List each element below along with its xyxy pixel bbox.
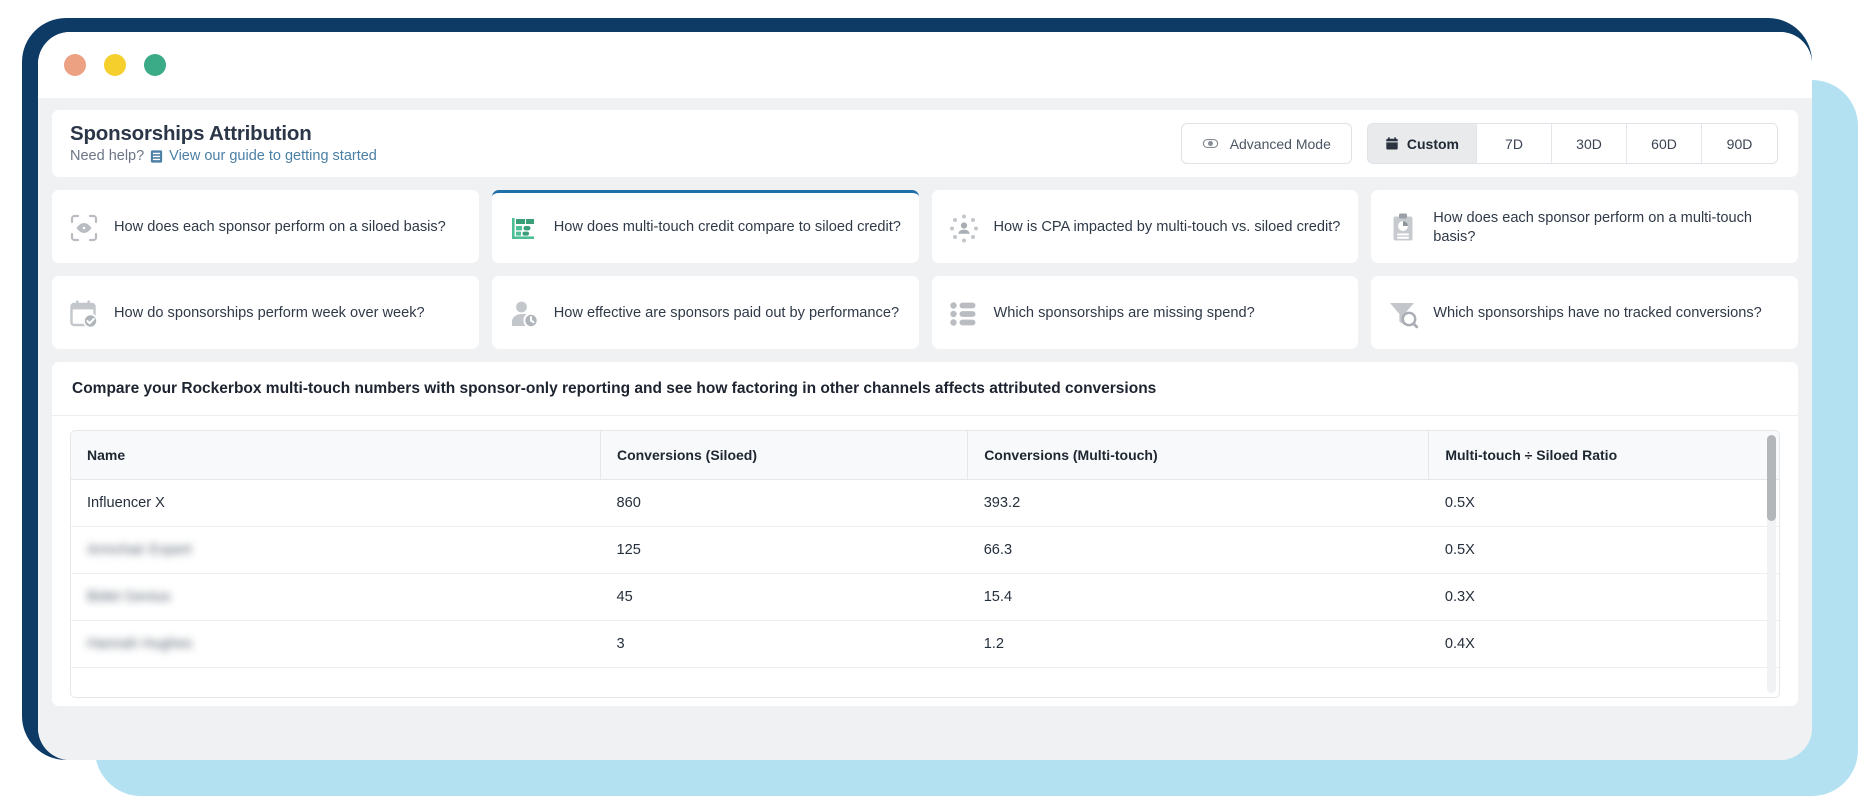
maximize-window-dot[interactable] bbox=[144, 54, 166, 76]
app-content: Sponsorships Attribution Need help? View bbox=[38, 98, 1812, 760]
question-card-siloed-basis[interactable]: How does each sponsor perform on a siloe… bbox=[52, 190, 479, 263]
cell-ratio: 0.4X bbox=[1428, 620, 1779, 668]
cell-siloed: 860 bbox=[600, 479, 968, 527]
question-card-paid-by-performance[interactable]: How effective are sponsors paid out by p… bbox=[491, 276, 919, 349]
cell-ratio: 0.5X bbox=[1428, 526, 1779, 574]
question-card-label: How does multi-touch credit compare to s… bbox=[553, 219, 901, 236]
filter-search-icon bbox=[1386, 297, 1420, 331]
cell-siloed: 45 bbox=[600, 573, 968, 621]
header-controls: Advanced Mode Custom 7D 30D 60D 90D bbox=[1180, 123, 1778, 164]
screenshot-stage: Sponsorships Attribution Need help? View bbox=[0, 0, 1858, 796]
column-header-siloed[interactable]: Conversions (Siloed) bbox=[600, 431, 969, 480]
cell-name: Influencer X bbox=[71, 479, 601, 527]
cell-name: Armchair Expert bbox=[71, 526, 601, 574]
cell-ratio: 0.5X bbox=[1428, 479, 1779, 527]
question-card-cpa-impact[interactable]: How is CPA impacted by multi-touch vs. s… bbox=[931, 190, 1359, 263]
column-header-ratio[interactable]: Multi-touch ÷ Siloed Ratio bbox=[1428, 431, 1779, 480]
cell-multitouch: 66.3 bbox=[967, 526, 1429, 574]
question-card-week-over-week[interactable]: How do sponsorships perform week over we… bbox=[52, 276, 479, 349]
cell-siloed: 125 bbox=[600, 526, 968, 574]
table-row[interactable]: Bidet Genius 45 15.4 0.3X bbox=[71, 573, 1779, 621]
person-network-icon bbox=[947, 211, 981, 245]
results-table-container: Name Conversions (Siloed) Conversions (M… bbox=[70, 430, 1780, 698]
cell-ratio: 0.3X bbox=[1428, 573, 1779, 621]
cell-siloed: 3 bbox=[600, 620, 968, 668]
table-row[interactable]: Armchair Expert 125 66.3 0.5X bbox=[71, 526, 1779, 574]
date-range-7d[interactable]: 7D bbox=[1477, 124, 1552, 163]
panel-title: Compare your Rockerbox multi-touch numbe… bbox=[52, 362, 1798, 416]
calendar-icon bbox=[1385, 136, 1399, 151]
question-card-label: How is CPA impacted by multi-touch vs. s… bbox=[993, 219, 1341, 236]
scrollbar-thumb[interactable] bbox=[1767, 435, 1776, 521]
date-range-custom[interactable]: Custom bbox=[1367, 124, 1477, 163]
page-title: Sponsorships Attribution bbox=[70, 121, 312, 145]
page-header: Sponsorships Attribution Need help? View bbox=[52, 110, 1798, 177]
question-card-multitouch-basis[interactable]: How does each sponsor perform on a multi… bbox=[1371, 190, 1798, 263]
date-range-30d[interactable]: 30D bbox=[1552, 124, 1627, 163]
question-card-multitouch-vs-siloed[interactable]: How does multi-touch credit compare to s… bbox=[491, 190, 919, 263]
window-titlebar bbox=[38, 32, 1812, 98]
question-card-label: How do sponsorships perform week over we… bbox=[114, 305, 425, 322]
table-body: Influencer X 860 393.2 0.5X Armchair Exp… bbox=[71, 479, 1779, 668]
advanced-mode-toggle[interactable]: Advanced Mode bbox=[1180, 123, 1352, 164]
header-subtitle: Need help? View our guide to getting sta… bbox=[70, 148, 377, 165]
question-card-label: How effective are sponsors paid out by p… bbox=[553, 305, 900, 322]
browser-window: Sponsorships Attribution Need help? View bbox=[38, 32, 1812, 760]
question-card-missing-spend[interactable]: Which sponsorships are missing spend? bbox=[931, 276, 1359, 349]
eye-scan-icon bbox=[67, 211, 101, 245]
cell-multitouch: 15.4 bbox=[967, 573, 1429, 621]
cell-name: Hannah Hughes bbox=[71, 620, 601, 668]
table-vertical-scrollbar[interactable] bbox=[1767, 435, 1776, 693]
person-clock-icon bbox=[507, 297, 541, 331]
table-header-row: Name Conversions (Siloed) Conversions (M… bbox=[71, 431, 1779, 480]
results-panel: Compare your Rockerbox multi-touch numbe… bbox=[52, 362, 1798, 706]
table-header: Name Conversions (Siloed) Conversions (M… bbox=[71, 431, 1779, 480]
list-icon bbox=[947, 297, 981, 331]
question-cards-grid: How does each sponsor perform on a siloe… bbox=[52, 190, 1798, 349]
question-card-label: How does each sponsor perform on a siloe… bbox=[114, 219, 446, 236]
cell-multitouch: 1.2 bbox=[967, 620, 1429, 668]
cell-multitouch: 393.2 bbox=[967, 479, 1429, 527]
table-row[interactable]: Hannah Hughes 3 1.2 0.4X bbox=[71, 620, 1779, 668]
minimize-window-dot[interactable] bbox=[104, 54, 126, 76]
bar-chart-icon bbox=[507, 211, 541, 245]
header-left: Sponsorships Attribution Need help? View bbox=[70, 122, 377, 166]
question-card-no-tracked-conversions[interactable]: Which sponsorships have no tracked conve… bbox=[1371, 276, 1798, 349]
date-range-group: Custom 7D 30D 60D 90D bbox=[1366, 123, 1778, 164]
close-window-dot[interactable] bbox=[64, 54, 86, 76]
calendar-check-icon bbox=[67, 297, 101, 331]
date-range-custom-label: Custom bbox=[1406, 135, 1459, 152]
advanced-mode-label: Advanced Mode bbox=[1229, 135, 1331, 152]
column-header-multitouch[interactable]: Conversions (Multi-touch) bbox=[967, 431, 1430, 480]
date-range-60d[interactable]: 60D bbox=[1627, 124, 1702, 163]
column-header-name[interactable]: Name bbox=[71, 431, 601, 480]
need-help-label: Need help? bbox=[70, 147, 145, 164]
question-card-label: Which sponsorships have no tracked conve… bbox=[1433, 305, 1762, 322]
getting-started-guide-link[interactable]: View our guide to getting started bbox=[169, 148, 377, 165]
book-icon bbox=[149, 149, 164, 164]
question-card-label: How does each sponsor perform on a multi… bbox=[1433, 209, 1753, 245]
results-table: Name Conversions (Siloed) Conversions (M… bbox=[71, 431, 1779, 668]
cell-name: Bidet Genius bbox=[71, 573, 601, 621]
toggle-switch-icon bbox=[1202, 135, 1219, 152]
question-card-label: Which sponsorships are missing spend? bbox=[993, 305, 1255, 322]
clipboard-pie-icon bbox=[1386, 211, 1420, 245]
table-row[interactable]: Influencer X 860 393.2 0.5X bbox=[71, 479, 1779, 527]
date-range-90d[interactable]: 90D bbox=[1702, 124, 1777, 163]
